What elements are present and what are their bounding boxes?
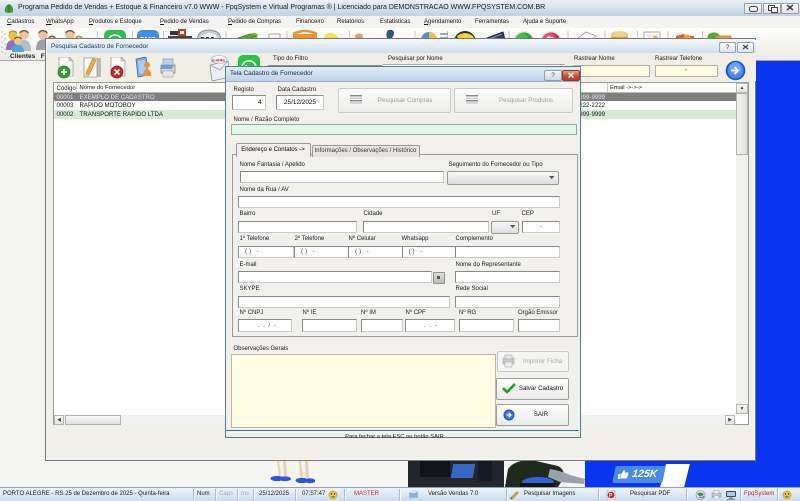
svg-text:E-MAIL: E-MAIL <box>212 58 226 63</box>
